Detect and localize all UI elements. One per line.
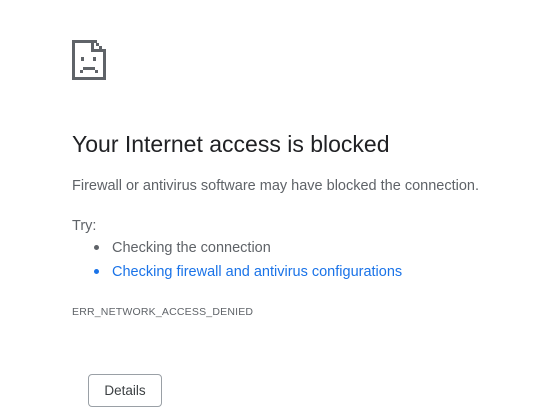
try-label: Try: bbox=[72, 218, 97, 234]
suggestion-item: Checking the connection bbox=[72, 238, 402, 262]
suggestion-item: Checking firewall and antivirus configur… bbox=[72, 262, 402, 286]
error-code: ERR_NETWORK_ACCESS_DENIED bbox=[72, 306, 254, 318]
bullet-icon bbox=[94, 245, 99, 250]
error-page: Your Internet access is blocked Firewall… bbox=[0, 0, 533, 420]
page-title: Your Internet access is blocked bbox=[72, 131, 390, 157]
sad-document-icon bbox=[72, 40, 106, 80]
suggestion-text: Checking the connection bbox=[112, 240, 271, 256]
firewall-config-link[interactable]: Checking firewall and antivirus configur… bbox=[112, 264, 402, 280]
suggestions-list: Checking the connection Checking firewal… bbox=[72, 238, 402, 286]
details-button[interactable]: Details bbox=[88, 374, 162, 407]
bullet-icon bbox=[94, 269, 99, 274]
error-summary: Firewall or antivirus software may have … bbox=[72, 178, 479, 194]
